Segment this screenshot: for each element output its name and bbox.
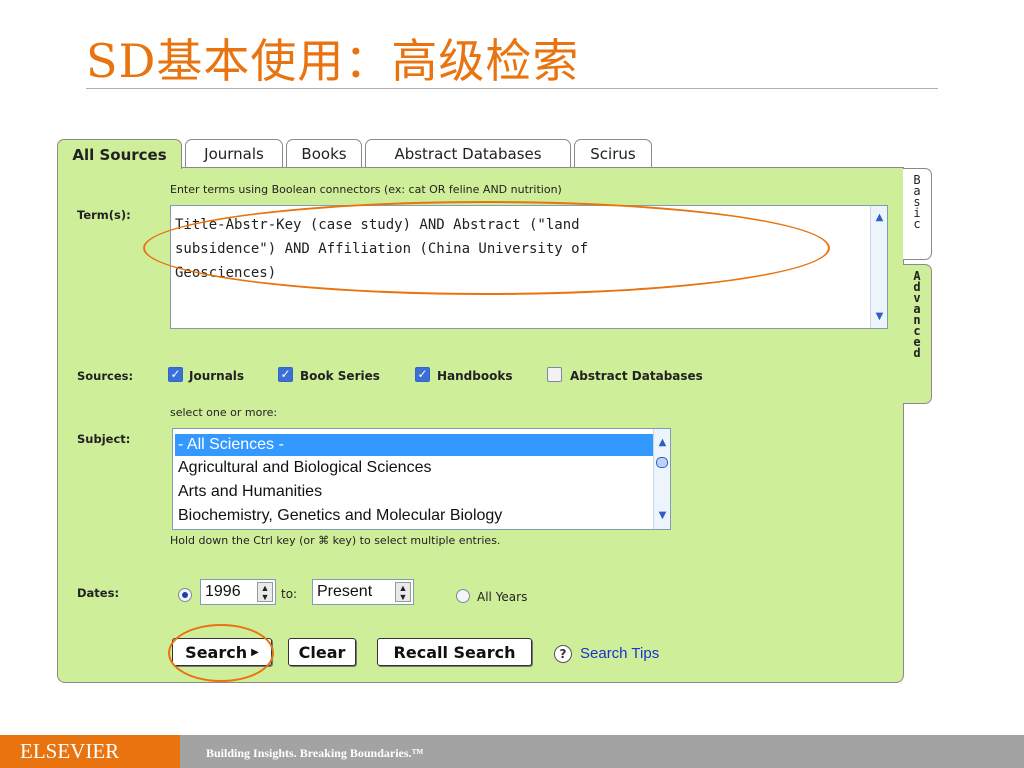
book-series-checkbox[interactable]: ✓ [278,367,293,382]
terms-line: Geosciences) [175,265,277,281]
abstract-databases-checkbox[interactable]: ✓ [547,367,562,382]
handbooks-checkbox-label: Handbooks [437,369,513,383]
tab-all-sources[interactable]: All Sources [57,139,182,169]
handbooks-checkbox[interactable]: ✓ [415,367,430,382]
tab-advanced-letter: d [913,346,921,360]
subject-hint-bottom: Hold down the Ctrl key (or ⌘ key) to sel… [170,534,501,547]
title-divider [86,88,938,89]
tab-abstract-databases[interactable]: Abstract Databases [365,139,571,168]
dates-label: Dates: [77,586,120,600]
to-year-value: Present [317,583,373,600]
subject-option[interactable]: Biochemistry, Genetics and Molecular Bio… [175,505,653,527]
scroll-thumb[interactable] [656,457,668,468]
scroll-up-icon[interactable]: ▲ [874,212,885,223]
slide-footer: ELSEVIER Building Insights. Breaking Bou… [0,735,1024,768]
terms-line: subsidence") AND Affiliation (China Univ… [175,241,589,257]
subject-listbox[interactable]: - All Sciences - Agricultural and Biolog… [172,428,671,530]
terms-hint: Enter terms using Boolean connectors (ex… [170,183,562,196]
recall-search-button[interactable]: Recall Search [377,638,532,666]
terms-textarea[interactable]: Title-Abstr-Key (case study) AND Abstrac… [170,205,888,329]
terms-text: Title-Abstr-Key (case study) AND Abstrac… [175,213,855,285]
scroll-up-icon[interactable]: ▲ [657,437,668,448]
to-label: to: [281,587,298,601]
arrow-right-icon: ▶ [251,646,259,658]
subject-option[interactable]: - All Sciences - [175,434,653,456]
subject-hint-top: select one or more: [170,406,278,419]
search-button-label: Search [185,642,248,662]
tab-journals[interactable]: Journals [185,139,283,168]
help-icon[interactable]: ? [554,645,572,663]
tab-scirus[interactable]: Scirus [574,139,652,168]
search-button[interactable]: Search ▶ [172,638,272,666]
scroll-down-icon[interactable]: ▼ [874,311,885,322]
clear-button[interactable]: Clear [288,638,356,666]
tab-basic[interactable]: B a s i c [903,168,932,260]
from-year-value: 1996 [205,583,241,600]
tab-basic-letter: c [913,217,921,231]
subject-scrollbar[interactable]: ▲ ▼ [653,429,670,529]
scroll-down-icon[interactable]: ▼ [657,510,668,521]
terms-line: Title-Abstr-Key (case study) AND Abstrac… [175,217,580,233]
journals-checkbox[interactable]: ✓ [168,367,183,382]
subject-label: Subject: [77,432,131,446]
subject-option[interactable]: Arts and Humanities [175,481,653,503]
elsevier-logo: ELSEVIER [0,735,180,768]
journals-checkbox-label: Journals [189,369,245,383]
to-year-select[interactable]: Present ▲ ▼ [312,579,414,605]
book-series-checkbox-label: Book Series [300,369,380,383]
search-tips-link[interactable]: Search Tips [580,645,659,662]
from-year-select[interactable]: 1996 ▲ ▼ [200,579,276,605]
all-years-radio[interactable] [456,589,470,603]
tab-advanced[interactable]: A d v a n c e d [903,264,932,404]
spinner-arrows-icon[interactable]: ▲ ▼ [395,582,411,602]
terms-label: Term(s): [77,208,131,222]
date-range-radio[interactable] [178,588,192,602]
footer-tagline: Building Insights. Breaking Boundaries.™ [206,746,424,760]
panel-top-border [181,167,904,168]
abstract-databases-checkbox-label: Abstract Databases [570,369,703,383]
terms-scrollbar[interactable]: ▲ ▼ [870,206,887,328]
subject-option[interactable]: Agricultural and Biological Sciences [175,457,653,479]
all-years-label: All Years [477,590,528,604]
tab-books[interactable]: Books [286,139,362,168]
slide-title: SD基本使用：高级检索 [86,34,580,88]
sources-label: Sources: [77,369,134,383]
spinner-arrows-icon[interactable]: ▲ ▼ [257,582,273,602]
